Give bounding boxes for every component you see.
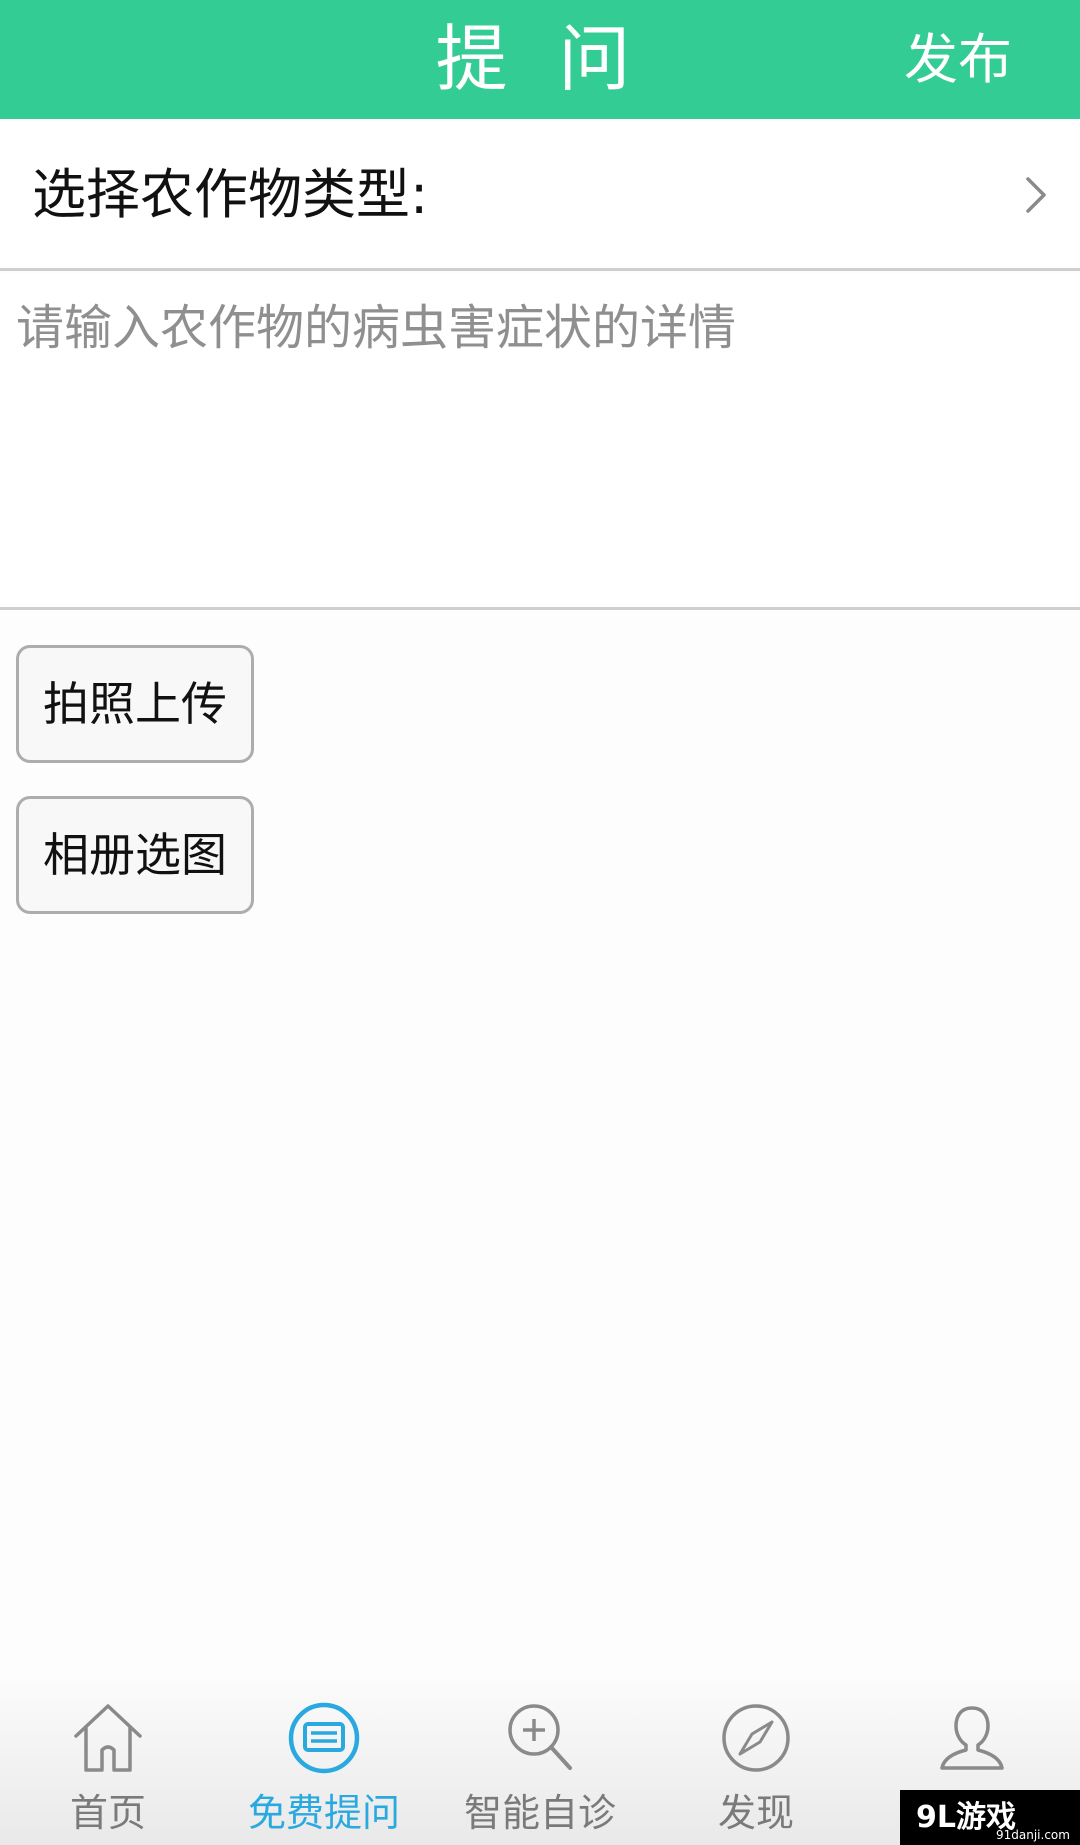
tab-home[interactable]: 首页 [0, 1680, 216, 1845]
crop-type-label: 选择农作物类型: [32, 163, 429, 226]
home-icon [74, 1704, 142, 1772]
tab-free-question[interactable]: 免费提问 [216, 1680, 432, 1845]
take-photo-button[interactable]: 拍照上传 [16, 645, 254, 763]
watermark-logo: 9L游戏 91danji.com [900, 1790, 1080, 1845]
symptom-detail-area [0, 274, 1080, 610]
user-icon [940, 1706, 1004, 1770]
chat-icon [288, 1702, 360, 1774]
tab-discover-label: 发现 [717, 1791, 794, 1835]
tab-free-question-label: 免费提问 [247, 1791, 400, 1835]
tab-home-label: 首页 [69, 1791, 146, 1835]
chevron-right-icon [1026, 177, 1046, 213]
choose-from-album-button[interactable]: 相册选图 [16, 796, 254, 914]
watermark-site: 91danji.com [996, 1828, 1070, 1842]
crop-type-selector[interactable]: 选择农作物类型: [0, 119, 1080, 271]
zoom-plus-icon [508, 1704, 572, 1770]
top-bar: 提 问 发布 [0, 0, 1080, 119]
compass-icon [722, 1704, 790, 1772]
tab-discover[interactable]: 发现 [648, 1680, 864, 1845]
publish-button[interactable]: 发布 [904, 0, 1012, 119]
symptom-detail-input[interactable] [0, 274, 1080, 607]
tab-self-diagnosis[interactable]: 智能自诊 [432, 1680, 648, 1845]
tab-self-diagnosis-label: 智能自诊 [463, 1791, 616, 1835]
